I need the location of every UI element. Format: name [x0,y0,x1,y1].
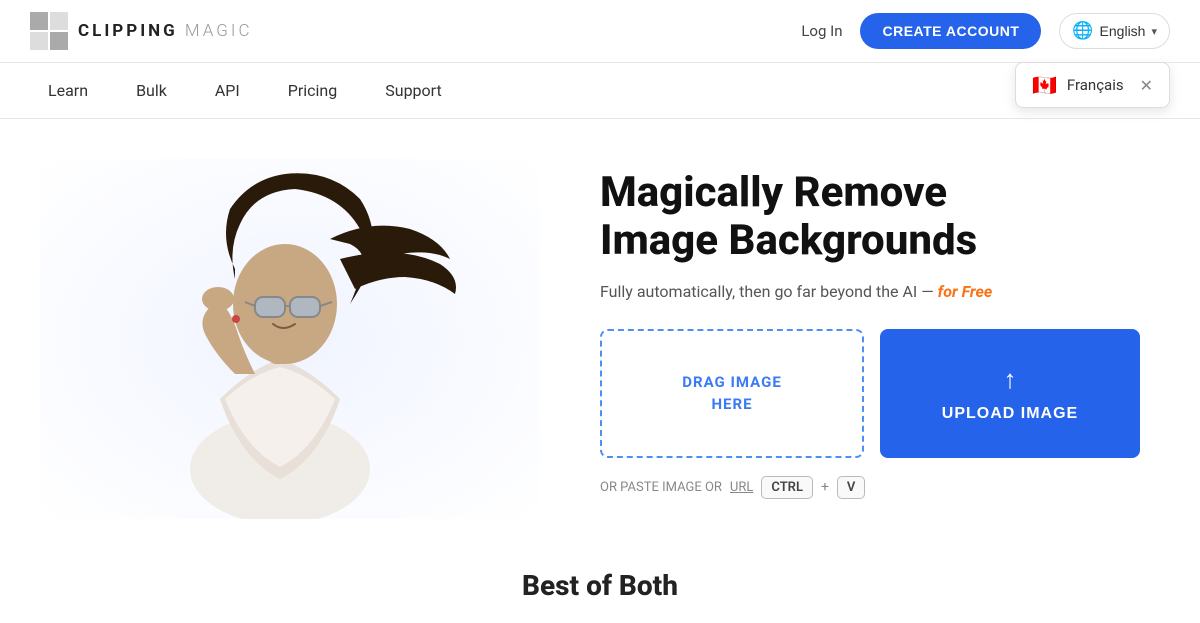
header-right: Log In CREATE ACCOUNT 🌐 English ▾ [801,13,1170,49]
login-link[interactable]: Log In [801,22,842,40]
url-paste-link[interactable]: URL [730,480,753,495]
create-account-button[interactable]: CREATE ACCOUNT [860,13,1041,49]
v-key-badge: V [837,476,865,499]
language-selector[interactable]: 🌐 English ▾ [1059,13,1170,49]
close-language-dropdown[interactable]: ✕ [1140,76,1153,95]
language-dropdown: 🇨🇦 Français ✕ [1015,62,1170,108]
main-content: Magically Remove Image Backgrounds Fully… [0,119,1200,559]
hero-illustration [40,159,540,519]
paste-label: OR PASTE IMAGE OR [600,480,722,495]
drag-zone-label: DRAG IMAGE HERE [682,371,782,416]
plus-separator: + [821,479,829,495]
language-label: English [1100,23,1146,39]
sidebar-item-learn[interactable]: Learn [24,63,112,118]
drag-drop-zone[interactable]: DRAG IMAGE HERE [600,329,864,458]
upload-image-button[interactable]: ↑ UPLOAD IMAGE [880,329,1140,458]
sidebar-item-bulk[interactable]: Bulk [112,63,191,118]
sidebar-item-pricing[interactable]: Pricing [264,63,362,118]
header: CLIPPING MAGIC Log In CREATE ACCOUNT 🌐 E… [0,0,1200,63]
logo-text: CLIPPING MAGIC [78,21,253,41]
upload-arrow-icon: ↑ [1004,364,1017,395]
hero-image-area [40,159,560,529]
ctrl-key-badge: CTRL [761,476,813,499]
logo-area: CLIPPING MAGIC [30,12,253,50]
bottom-teaser: Best of Both [0,559,1200,602]
paste-row: OR PASTE IMAGE OR URL CTRL + V [600,476,1140,499]
logo-icon [30,12,68,50]
canada-flag-icon: 🇨🇦 [1032,73,1057,97]
sidebar-item-support[interactable]: Support [361,63,465,118]
right-content: Magically Remove Image Backgrounds Fully… [600,159,1140,499]
main-headline: Magically Remove Image Backgrounds [600,169,1140,266]
globe-icon: 🌐 [1072,21,1093,41]
subheadline: Fully automatically, then go far beyond … [600,282,1140,301]
upload-button-label: UPLOAD IMAGE [942,405,1078,423]
french-language-option[interactable]: Français [1067,76,1124,94]
sidebar-item-api[interactable]: API [191,63,264,118]
chevron-down-icon: ▾ [1151,25,1157,38]
upload-area: DRAG IMAGE HERE ↑ UPLOAD IMAGE [600,329,1140,458]
